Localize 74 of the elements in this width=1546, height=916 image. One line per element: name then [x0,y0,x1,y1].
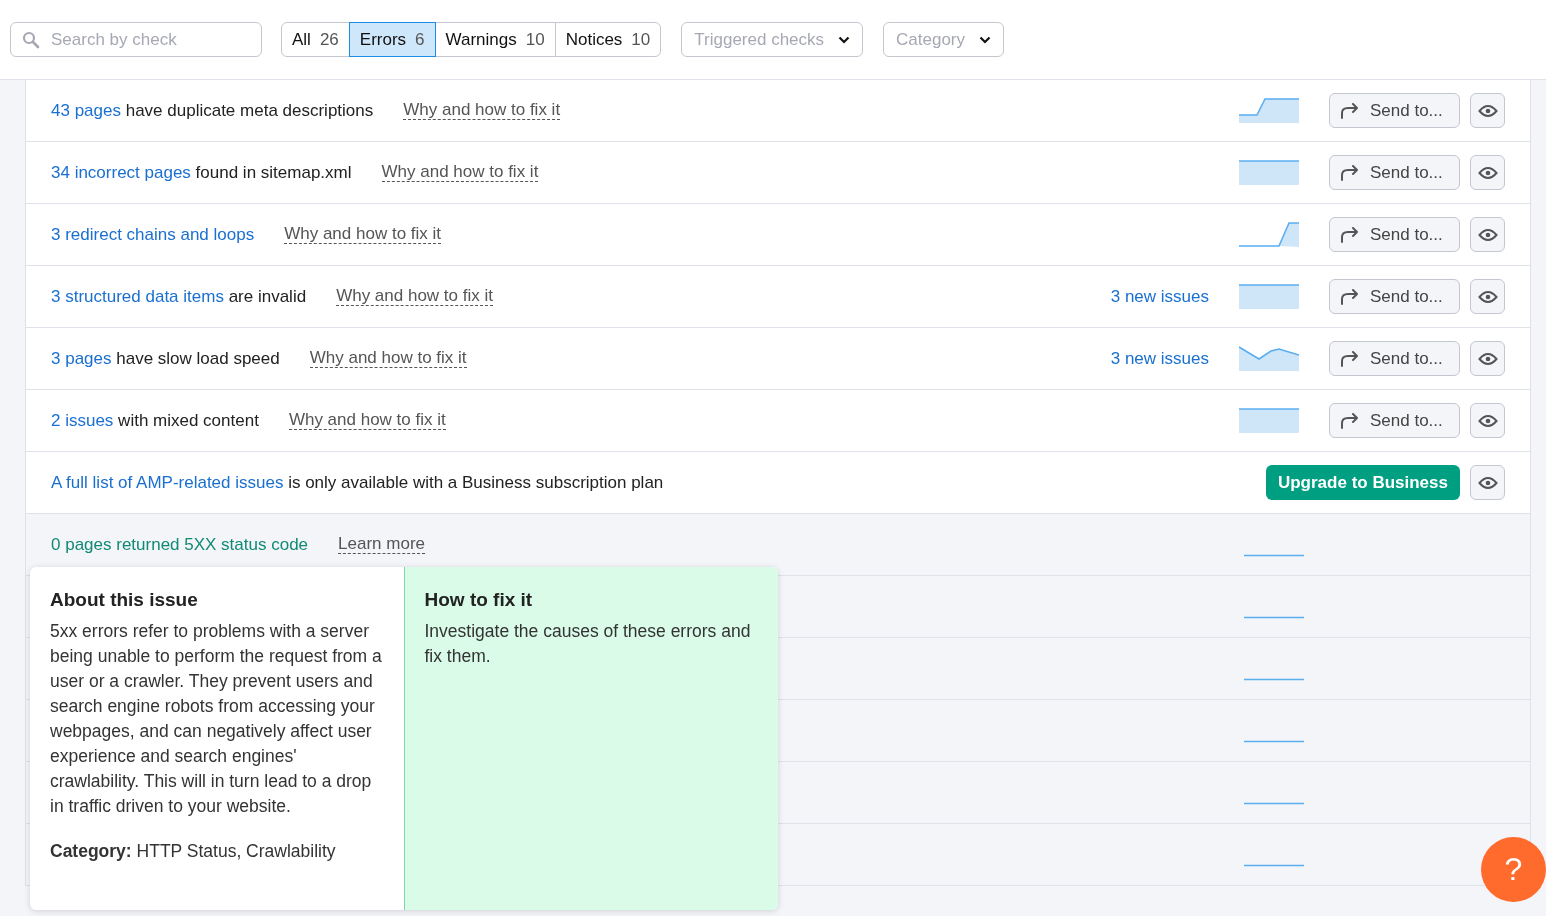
check-link[interactable]: 43 pages [51,100,121,120]
send-to-button[interactable]: Send to... [1329,279,1460,314]
chevron-icon [979,35,992,44]
chevron-icon [838,35,851,44]
issue-description: 5xx errors refer to problems with a server being unable to perform the request from a user or a crawler. They prevent users and search engine robots from accessing your webpages, and can negatively affect user experience and search engines' crawlability. This will in turn lead to a drop in traffic driven to your website. [50,620,383,818]
search-field[interactable]: Search by check [10,22,262,57]
forward-arrow-icon [1340,350,1360,367]
help-link[interactable]: Why and how to fix it [309,348,467,369]
eye-icon [1477,413,1498,428]
eye-icon [1477,289,1498,304]
fix-description: Investigate the causes of these errors and fix them. [424,620,752,668]
help-link[interactable]: Why and how to fix it [284,224,442,245]
visibility-button[interactable] [1470,279,1505,314]
check-description: 2 issues with mixed content [51,410,259,431]
check-description: 0 pages returned 5XX status code [51,534,309,555]
eye-icon [1477,227,1498,242]
visibility-button[interactable] [1470,217,1505,252]
send-to-button[interactable]: Send to... [1329,403,1460,438]
eye-icon [1477,351,1498,366]
filter-tab[interactable]: Notices 10 [554,22,662,57]
new-issues-link[interactable]: 3 new issues [1110,286,1209,307]
issue-category: Category: HTTP Status, Crawlability [50,840,337,863]
visibility-button[interactable] [1470,155,1505,190]
check-link[interactable]: 3 structured data items [51,286,224,306]
send-to-button[interactable]: Send to... [1329,341,1460,376]
help-link[interactable]: Why and how to fix it [336,286,493,307]
forward-arrow-icon [1340,164,1360,181]
trend-sparkline [1239,345,1299,372]
filter-tab[interactable]: All 26 [281,22,350,57]
visibility-button[interactable] [1470,93,1505,128]
help-link[interactable]: Learn more [338,534,425,555]
check-link[interactable]: A full list of AMP-related issues [51,472,284,492]
trend-sparkline [1244,864,1304,867]
filter-tab[interactable]: Errors 6 [348,22,436,57]
check-description: 3 structured data items are invalid [51,286,307,307]
eye-icon [1477,165,1498,180]
check-description: 43 pages have duplicate meta descriptions [51,100,374,121]
check-link[interactable]: 34 incorrect pages [51,162,191,182]
forward-arrow-icon [1340,102,1360,119]
forward-arrow-icon [1340,412,1360,429]
check-description: 3 pages have slow load speed [51,348,280,369]
help-link[interactable]: Why and how to fix it [403,100,561,121]
trend-sparkline [1244,616,1304,619]
trend-sparkline [1244,802,1304,805]
popover-title: How to fix it [424,589,534,611]
trend-sparkline [1239,159,1299,186]
eye-icon [1477,103,1498,118]
check-link[interactable]: 3 pages [51,348,112,368]
send-to-button[interactable]: Send to... [1329,155,1460,190]
forward-arrow-icon [1340,288,1360,305]
search-icon [22,31,40,49]
eye-icon [1477,475,1498,490]
visibility-button[interactable] [1470,465,1505,500]
help-link[interactable]: Why and how to fix it [381,162,539,183]
forward-arrow-icon [1340,226,1360,243]
new-issues-link[interactable]: 3 new issues [1110,348,1209,369]
trend-sparkline [1239,283,1299,310]
check-description: 34 incorrect pages found in sitemap.xml [51,162,352,183]
filter-tab[interactable]: Warnings 10 [434,22,556,57]
trend-sparkline [1239,221,1299,248]
trend-sparkline [1244,678,1304,681]
send-to-button[interactable]: Send to... [1329,217,1460,252]
help-link[interactable]: Why and how to fix it [288,410,446,431]
trend-sparkline [1244,740,1304,743]
check-link[interactable]: 2 issues [51,410,114,430]
trend-sparkline [1244,554,1304,557]
send-to-button[interactable]: Send to... [1329,93,1460,128]
visibility-button[interactable] [1470,403,1505,438]
trend-sparkline [1239,97,1299,124]
check-link[interactable]: 3 redirect chains and loops [51,224,255,245]
check-description: A full list of AMP-related issues is only available with a Business subscription plan [51,472,664,493]
popover-title: About this issue [50,589,199,611]
visibility-button[interactable] [1470,341,1505,376]
trend-sparkline [1239,407,1299,434]
